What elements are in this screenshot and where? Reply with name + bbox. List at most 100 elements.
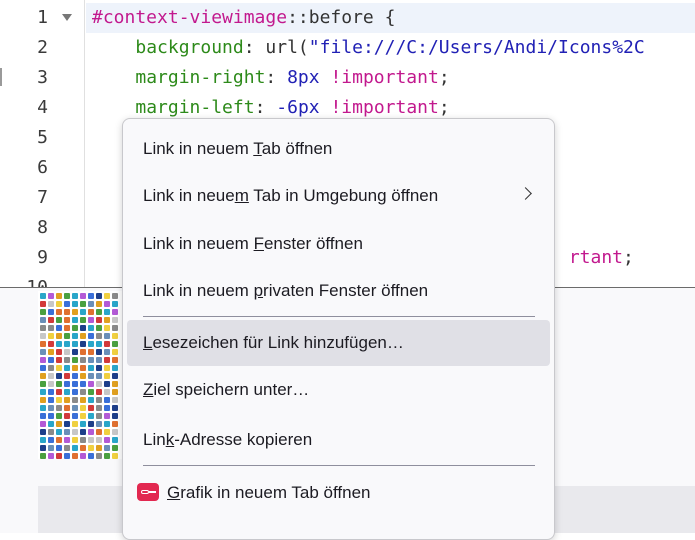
sprite-icon — [104, 309, 110, 315]
sprite-icon — [56, 405, 62, 411]
menu-item[interactable]: Link-Adresse kopieren — [127, 417, 550, 463]
sprite-icon — [96, 357, 102, 363]
code-line[interactable]: 1 #context-viewimage::before { — [0, 3, 695, 33]
sprite-icon — [96, 405, 102, 411]
sprite-icon — [64, 325, 70, 331]
code-line[interactable]: 3 margin-right: 8px !important; — [0, 63, 695, 93]
sprite-icon — [88, 373, 94, 379]
sprite-icon — [64, 413, 70, 419]
icon-sprite-thumbnail[interactable] — [38, 291, 122, 459]
sprite-icon — [72, 349, 78, 355]
sprite-icon — [56, 453, 62, 459]
line-number: 5 — [37, 127, 48, 148]
sprite-icon — [80, 437, 86, 443]
menu-item[interactable]: Ziel speichern unter… — [127, 367, 550, 413]
sprite-icon — [104, 389, 110, 395]
sprite-icon — [48, 349, 54, 355]
menu-item[interactable]: Grafik in neuem Tab öffnen — [127, 470, 550, 516]
sprite-icon — [56, 421, 62, 427]
sprite-icon — [96, 325, 102, 331]
menu-item-label: Grafik in neuem Tab öffnen — [167, 483, 371, 502]
sprite-icon — [80, 341, 86, 347]
sprite-icon — [80, 365, 86, 371]
sprite-icon — [40, 373, 46, 379]
sprite-icon — [56, 293, 62, 299]
sprite-icon — [104, 365, 110, 371]
sprite-icon — [56, 381, 62, 387]
sprite-icon — [112, 381, 118, 387]
context-menu[interactable]: Link in neuem Tab öffnen Link in neuem Ta… — [122, 118, 555, 540]
menu-item[interactable]: Link in neuem privaten Fenster öffnen — [127, 268, 550, 314]
sprite-icon — [64, 397, 70, 403]
sprite-icon — [64, 341, 70, 347]
line-number: 2 — [37, 37, 48, 58]
sprite-icon — [80, 397, 86, 403]
sprite-icon — [64, 317, 70, 323]
line-number: 4 — [37, 97, 48, 118]
sprite-icon — [104, 341, 110, 347]
sprite-icon — [64, 333, 70, 339]
sprite-icon — [104, 405, 110, 411]
menu-item[interactable]: Link in neuem Tab in Umgebung öffnen — [127, 173, 550, 219]
sprite-icon — [56, 309, 62, 315]
sprite-icon — [64, 357, 70, 363]
sprite-icon — [88, 333, 94, 339]
sprite-icon — [72, 317, 78, 323]
sprite-icon — [104, 429, 110, 435]
sprite-icon — [48, 445, 54, 451]
sprite-icon — [104, 301, 110, 307]
sprite-icon — [96, 397, 102, 403]
line-number: 7 — [37, 187, 48, 208]
sprite-icon — [48, 325, 54, 331]
code-text: #context-viewimage::before { — [86, 3, 695, 33]
sprite-icon — [96, 421, 102, 427]
sprite-icon — [64, 301, 70, 307]
sprite-icon — [72, 453, 78, 459]
sprite-icon — [88, 357, 94, 363]
sprite-icon — [40, 301, 46, 307]
sprite-icon — [72, 421, 78, 427]
fold-toggle-icon[interactable] — [62, 14, 72, 21]
menu-item[interactable]: Lesezeichen für Link hinzufügen… — [127, 320, 550, 366]
sprite-icon — [40, 421, 46, 427]
menu-item[interactable]: Link in neuem Tab öffnen — [127, 126, 550, 172]
code-line[interactable]: 2 background: url("file:///C:/Users/Andi… — [0, 33, 695, 63]
sprite-icon — [64, 437, 70, 443]
code-text: background: url("file:///C:/Users/Andi/I… — [135, 37, 645, 58]
sprite-icon — [104, 349, 110, 355]
sprite-icon — [64, 365, 70, 371]
sprite-icon — [96, 373, 102, 379]
sprite-icon — [96, 317, 102, 323]
sprite-icon — [72, 445, 78, 451]
sprite-icon — [72, 293, 78, 299]
sprite-icon — [56, 357, 62, 363]
sprite-icon — [104, 421, 110, 427]
sprite-icon — [104, 397, 110, 403]
sprite-icon — [40, 429, 46, 435]
sprite-icon — [112, 421, 118, 427]
sprite-icon — [40, 325, 46, 331]
sprite-icon — [56, 445, 62, 451]
menu-item-label: Link in neuem Tab öffnen — [143, 139, 333, 158]
sprite-icon — [72, 365, 78, 371]
sprite-icon — [104, 333, 110, 339]
sprite-icon — [88, 437, 94, 443]
sprite-icon — [40, 405, 46, 411]
sprite-icon — [96, 453, 102, 459]
menu-item[interactable]: Link in neuem Fenster öffnen — [127, 221, 550, 267]
sprite-icon — [104, 381, 110, 387]
sprite-icon — [80, 349, 86, 355]
sprite-icon — [112, 293, 118, 299]
sprite-icon — [80, 405, 86, 411]
sprite-icon — [48, 373, 54, 379]
sprite-icon — [80, 317, 86, 323]
sprite-icon — [64, 445, 70, 451]
sprite-icon — [40, 309, 46, 315]
sprite-icon — [112, 365, 118, 371]
sprite-icon — [64, 421, 70, 427]
menu-item-label: Ziel speichern unter… — [143, 380, 310, 399]
sprite-icon — [96, 445, 102, 451]
sprite-icon — [56, 365, 62, 371]
sprite-icon — [48, 293, 54, 299]
sprite-icon — [96, 301, 102, 307]
